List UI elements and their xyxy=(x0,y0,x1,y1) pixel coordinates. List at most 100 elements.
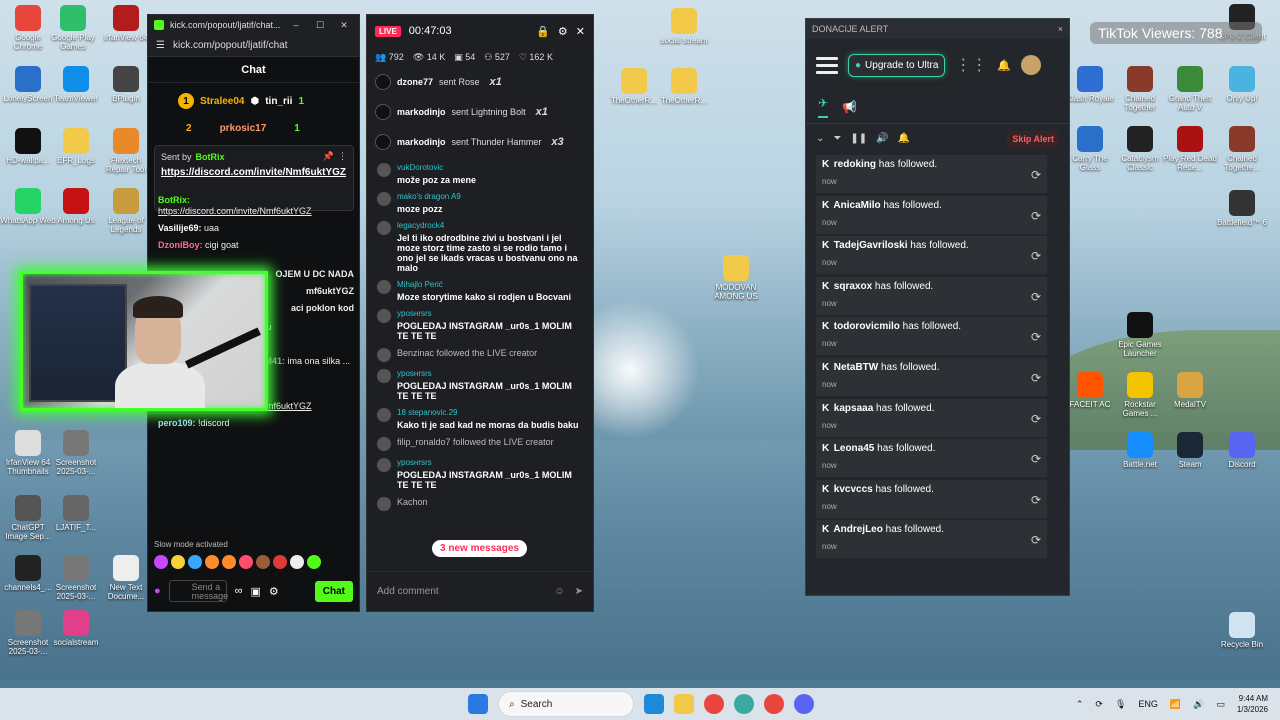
comment-username[interactable]: yposнrsrs xyxy=(397,458,585,468)
desktop-icon[interactable]: Screenshot 2025-03-... xyxy=(48,555,104,601)
desktop-icon[interactable]: TeamViewer xyxy=(48,66,104,103)
comment-username[interactable]: Mihajlo Perić xyxy=(397,280,571,290)
desktop-icon[interactable]: Epic Games Launcher xyxy=(1112,312,1168,358)
desktop-icon[interactable]: Cataclysm Classic xyxy=(1112,126,1168,172)
replay-icon[interactable]: ⟳ xyxy=(1031,290,1041,304)
filter-icon[interactable]: ⏷ xyxy=(833,133,841,144)
sync-icon[interactable]: ⟳ xyxy=(1095,699,1103,710)
gift-user[interactable]: markodinjo xyxy=(397,137,446,147)
chevron-up-icon[interactable]: ⌃ xyxy=(1076,699,1084,710)
emoji-icon[interactable]: ☺ xyxy=(554,586,564,597)
bell-icon[interactable]: 🔔 xyxy=(997,59,1011,72)
emote[interactable] xyxy=(307,555,321,569)
message-input[interactable]: Send a message xyxy=(168,580,228,602)
comment-username[interactable]: yposнrsrs xyxy=(397,369,585,379)
desktop-icon[interactable]: TheOtherR... xyxy=(606,68,662,105)
mic-icon[interactable]: ● xyxy=(154,585,161,597)
site-settings-icon[interactable]: ☰ xyxy=(156,40,165,51)
replay-icon[interactable]: ⟳ xyxy=(1031,168,1041,182)
desktop-icon[interactable]: Among Us xyxy=(48,188,104,225)
replay-icon[interactable]: ⟳ xyxy=(1031,249,1041,263)
emote[interactable] xyxy=(171,555,185,569)
desktop-icon[interactable]: New Text Docume... xyxy=(98,555,154,601)
gift-user[interactable]: markodinjo xyxy=(397,107,446,117)
emote[interactable] xyxy=(239,555,253,569)
apps-grid-icon[interactable]: ⋮⋮ xyxy=(955,55,987,75)
wifi-icon[interactable]: 📶 xyxy=(1170,699,1181,710)
pin-icon[interactable]: 📌 xyxy=(323,151,334,162)
notification-icon[interactable]: 🔔 xyxy=(898,133,910,144)
clock[interactable]: 9:44 AM 1/3/2026 xyxy=(1237,693,1268,715)
desktop-icon[interactable]: Battle.net xyxy=(1112,432,1168,469)
address-bar[interactable]: ☰ kick.com/popout/ljatif/chat xyxy=(148,35,359,57)
replay-icon[interactable]: ⟳ xyxy=(1031,371,1041,385)
gear-icon[interactable]: ⚙ xyxy=(269,585,279,598)
close-icon[interactable]: × xyxy=(1058,24,1063,34)
file-explorer-icon[interactable] xyxy=(674,694,694,714)
emote[interactable] xyxy=(205,555,219,569)
desktop-icon[interactable]: IrfanView 64 xyxy=(98,5,154,42)
desktop-icon[interactable]: LJATIF_T... xyxy=(48,495,104,532)
settings-icon[interactable]: ⚙ xyxy=(558,25,568,38)
battery-icon[interactable]: ▭ xyxy=(1216,699,1225,710)
desktop-icon[interactable]: MedalTV xyxy=(1162,372,1218,409)
comment-username[interactable]: mako's dragon A9 xyxy=(397,192,461,202)
replay-icon[interactable]: ⟳ xyxy=(1031,452,1041,466)
emote[interactable] xyxy=(222,555,236,569)
comment-username[interactable]: 18 stepanovic.29 xyxy=(397,408,579,418)
more-icon[interactable]: ⋮ xyxy=(338,151,347,162)
desktop-icon[interactable]: Google Play Games xyxy=(45,5,101,51)
new-messages-button[interactable]: 3 new messages xyxy=(432,540,527,557)
desktop-icon[interactable]: EFR_Logs xyxy=(48,128,104,165)
minimize-icon[interactable]: – xyxy=(287,20,305,30)
chrome-icon[interactable] xyxy=(764,694,784,714)
volume-icon[interactable]: 🔊 xyxy=(1193,699,1204,710)
desktop-icon[interactable]: MODOVAN AMONG US xyxy=(708,255,764,301)
menu-icon[interactable] xyxy=(816,53,838,78)
skip-alert-button[interactable]: Skip Alert xyxy=(1007,130,1059,147)
desktop-icon[interactable]: socialstream xyxy=(48,610,104,647)
lock-icon[interactable]: 🔒 xyxy=(536,25,550,38)
desktop-icon[interactable]: Screenshot 2025-03-... xyxy=(48,430,104,476)
gift-user[interactable]: dzone77 xyxy=(397,77,433,87)
app-icon[interactable] xyxy=(734,694,754,714)
desktop-icon[interactable]: Rockstar Games ... xyxy=(1112,372,1168,418)
emote[interactable] xyxy=(256,555,270,569)
chat-username[interactable]: pero109: xyxy=(158,418,198,428)
desktop-icon[interactable]: Carry The Glass xyxy=(1062,126,1118,172)
desktop-icon[interactable]: TheOtherR... xyxy=(656,68,712,105)
replay-icon[interactable]: ⟳ xyxy=(1031,533,1041,547)
desktop-icon[interactable]: Discord xyxy=(1214,432,1270,469)
replay-icon[interactable]: ⟳ xyxy=(1031,209,1041,223)
announce-tab-icon[interactable]: 📢 xyxy=(842,100,857,114)
emote[interactable] xyxy=(290,555,304,569)
desktop-icon[interactable]: Clash Royale xyxy=(1062,66,1118,103)
taskbar-search[interactable]: ⌕ Search xyxy=(498,691,634,717)
close-icon[interactable]: ✕ xyxy=(576,25,585,38)
language-indicator[interactable]: ENG xyxy=(1138,699,1158,709)
comment-username[interactable]: legacydrock4 xyxy=(397,221,585,231)
replay-icon[interactable]: ⟳ xyxy=(1031,412,1041,426)
desktop-icon[interactable]: Only Up! xyxy=(1214,66,1270,103)
chevron-down-icon[interactable]: ⌄ xyxy=(816,133,824,144)
desktop-icon[interactable]: Battlefield™ 6 xyxy=(1214,190,1270,227)
chat-username[interactable]: Vasilije69: xyxy=(158,223,204,233)
replay-icon[interactable]: ⟳ xyxy=(1031,330,1041,344)
volume-icon[interactable]: 🔊 xyxy=(876,133,888,144)
desktop-icon[interactable]: Flextech Repair Tool xyxy=(98,128,154,174)
avatar[interactable] xyxy=(1021,55,1042,75)
desktop-icon[interactable]: League of Legends xyxy=(98,188,154,234)
comment-input[interactable]: Add comment ☺ ➤ xyxy=(367,571,593,611)
replay-icon[interactable]: ⟳ xyxy=(1031,493,1041,507)
send-icon[interactable]: ➤ xyxy=(575,586,583,597)
maximize-icon[interactable]: ☐ xyxy=(311,20,329,31)
desktop-icon[interactable]: Play Red Dead Rede... xyxy=(1162,126,1218,172)
desktop-icon[interactable]: FACEIT AC xyxy=(1062,372,1118,409)
close-icon[interactable]: ✕ xyxy=(335,20,353,31)
discord-icon[interactable] xyxy=(794,694,814,714)
mic-icon[interactable]: 🎙 xyxy=(1115,699,1126,710)
desktop-icon[interactable]: Chained Together xyxy=(1112,66,1168,112)
emote[interactable] xyxy=(273,555,287,569)
chat-username[interactable]: BotRix: xyxy=(158,195,190,205)
chat-username[interactable]: DzoniBoy: xyxy=(158,240,205,250)
